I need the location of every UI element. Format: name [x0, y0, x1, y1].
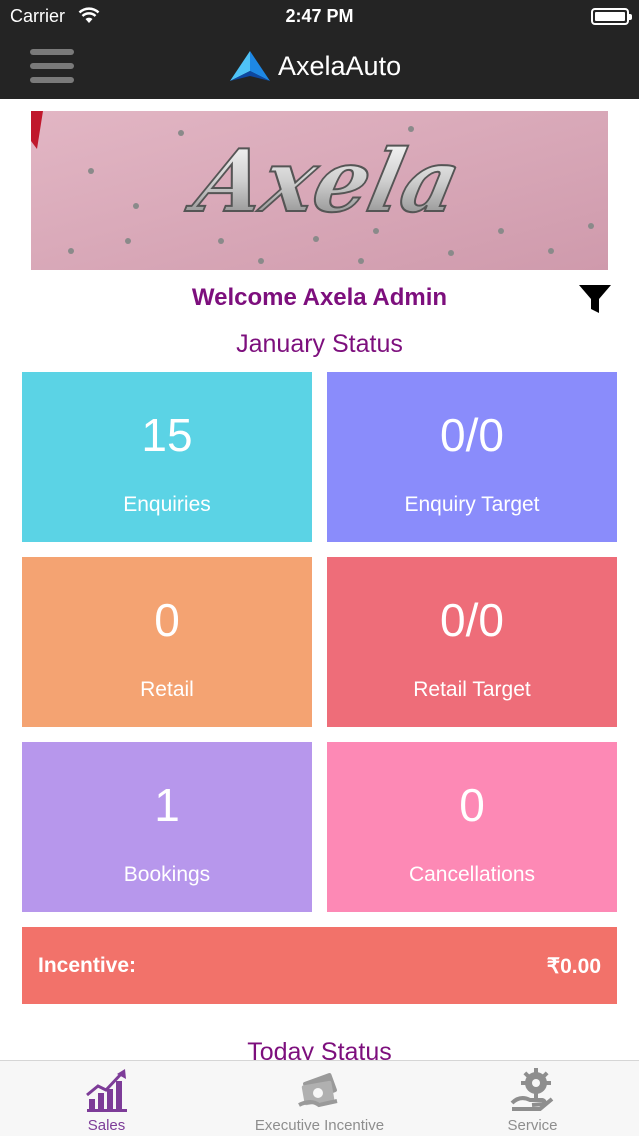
incentive-label: Incentive: [38, 954, 137, 977]
incentive-bar[interactable]: Incentive: ₹0.00 [22, 927, 617, 1004]
retail-target-value: 0/0 [440, 594, 504, 646]
cancellations-tile[interactable]: 0 Cancellations [327, 742, 617, 912]
tab-sales[interactable]: Sales [0, 1061, 213, 1137]
enquiry-target-value: 0/0 [440, 409, 504, 461]
sales-chart-icon [85, 1069, 127, 1112]
tab-executive-incentive[interactable]: Executive Incentive [213, 1061, 426, 1137]
tab-service-label: Service [507, 1117, 558, 1134]
retail-value: 0 [154, 594, 180, 646]
cancellations-label: Cancellations [408, 863, 536, 886]
enquiries-label: Enquiries [123, 493, 211, 516]
cancellations-value: 0 [459, 779, 485, 831]
bookings-value: 1 [154, 779, 180, 831]
menu-icon[interactable] [30, 49, 74, 83]
retail-label: Retail [140, 678, 194, 701]
enquiry-target-label: Enquiry Target [404, 493, 540, 516]
incentive-amount: ₹0.00 [546, 955, 601, 978]
money-icon [297, 1073, 337, 1108]
app-brand: AxelaAuto [228, 47, 401, 85]
navigation-bar: AxelaAuto [0, 33, 639, 99]
banner-image: Axela [31, 111, 608, 270]
battery-icon [591, 8, 632, 25]
month-status-title: January Status [236, 330, 403, 358]
service-gear-icon [510, 1068, 553, 1111]
status-bar: Carrier 2:47 PM [0, 0, 639, 33]
enquiries-tile[interactable]: 15 Enquiries [22, 372, 312, 542]
app-title: AxelaAuto [278, 50, 402, 81]
axela-logo-icon [230, 51, 270, 81]
tab-service[interactable]: Service [426, 1061, 639, 1137]
bookings-label: Bookings [123, 863, 211, 886]
retail-target-label: Retail Target [413, 678, 531, 701]
bookings-tile[interactable]: 1 Bookings [22, 742, 312, 912]
retail-target-tile[interactable]: 0/0 Retail Target [327, 557, 617, 727]
clock: 2:47 PM [285, 6, 354, 26]
tab-sales-label: Sales [87, 1117, 126, 1134]
enquiry-target-tile[interactable]: 0/0 Enquiry Target [327, 372, 617, 542]
filter-icon[interactable] [578, 282, 612, 316]
retail-tile[interactable]: 0 Retail [22, 557, 312, 727]
tab-bar: Sales Executive Incentive Service [0, 1060, 639, 1136]
enquiries-value: 15 [141, 409, 193, 461]
welcome-message: Welcome Axela Admin [191, 284, 448, 311]
tab-executive-incentive-label: Executive Incentive [254, 1117, 385, 1134]
banner-logo-text: Axela [180, 130, 470, 232]
